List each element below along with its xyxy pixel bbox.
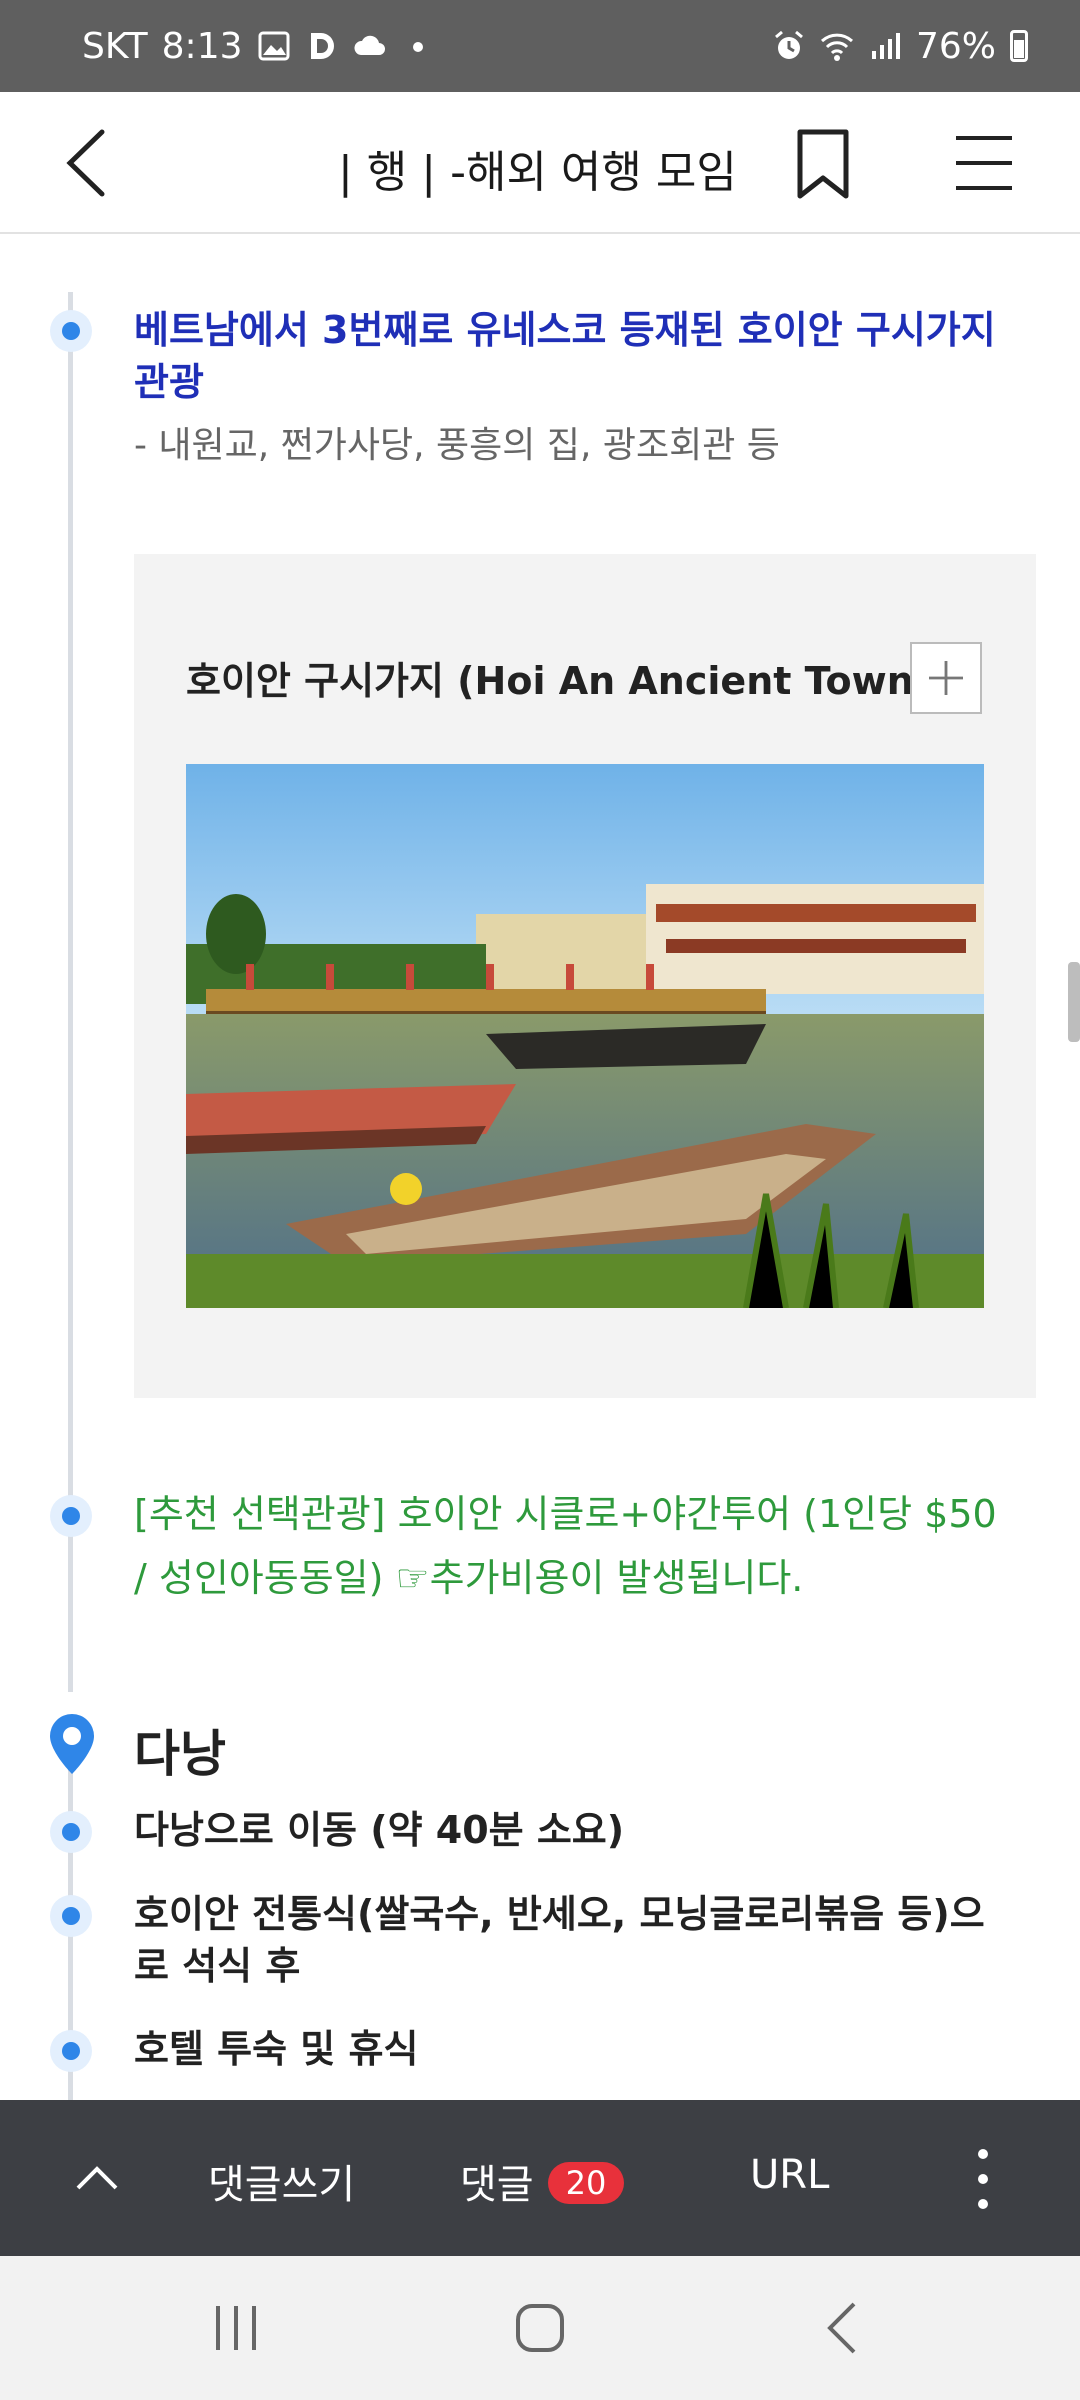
nav-back-icon[interactable] [812, 2296, 876, 2360]
place-card-title: 호이안 구시가지 (Hoi An Ancient Town) [186, 659, 932, 703]
location-pin-icon [50, 1714, 94, 1774]
timeline-item-subtitle: - 내원교, 쩐가사당, 풍흥의 집, 광조회관 등 [134, 425, 780, 466]
expand-plus-icon[interactable] [910, 642, 982, 714]
clock: 8:13 [161, 25, 243, 67]
bookmark-icon[interactable] [794, 128, 852, 200]
scroll-to-top-icon[interactable] [70, 2152, 124, 2206]
status-bar: SKT 8:13 76% [0, 0, 1080, 92]
battery-icon [1010, 30, 1028, 62]
wifi-icon [820, 33, 854, 61]
home-icon[interactable] [508, 2296, 572, 2360]
timeline-line [68, 292, 73, 1692]
hamburger-menu-icon[interactable] [952, 132, 1016, 194]
timeline-item: 호이안 전통식(쌀국수, 반세오, 모닝글로리볶음 등)으로 석식 후 [134, 1892, 985, 1988]
timeline-dot [50, 1811, 92, 1853]
carrier-label: SKT [82, 25, 148, 67]
more-options-icon[interactable] [968, 2144, 998, 2214]
d-app-icon [310, 33, 334, 59]
city-heading: 다낭 [134, 1725, 226, 1783]
comments-button[interactable]: 댓글 20 [460, 2152, 625, 2210]
app-bar: | 행 | -해외 여행 모임 [0, 92, 1080, 234]
timeline-item: 다낭으로 이동 (약 40분 소요) [134, 1808, 625, 1852]
optional-tour-note: [추천 선택관광] 호이안 시클로+야간투어 (1인당 $50 / 성인아동동일… [134, 1492, 997, 1600]
bottom-action-bar: 댓글쓰기 댓글 20 URL [0, 2100, 1080, 2256]
write-comment-button[interactable]: 댓글쓰기 [208, 2152, 355, 2210]
dot-icon [412, 42, 423, 52]
status-right: 76% [772, 26, 1028, 67]
post-content: 베트남에서 3번째로 유네스코 등재된 호이안 구시가지 관광 - 내원교, 쩐… [0, 236, 1080, 2100]
signal-icon [871, 33, 900, 59]
recent-apps-icon[interactable] [204, 2296, 268, 2360]
timeline-dot [50, 310, 92, 352]
status-left: SKT 8:13 [82, 26, 435, 67]
image-icon [258, 31, 289, 61]
system-nav-bar [0, 2256, 1080, 2400]
page-title: | 행 | -해외 여행 모임 [338, 147, 737, 198]
timeline-item-title: 베트남에서 3번째로 유네스코 등재된 호이안 구시가지 관광 [134, 308, 996, 404]
timeline-dot [50, 2030, 92, 2072]
timeline-dot [50, 1895, 92, 1937]
alarm-icon [775, 30, 803, 59]
cloud-icon [353, 35, 385, 55]
url-button[interactable]: URL [750, 2152, 829, 2198]
comment-count-badge: 20 [547, 2162, 625, 2204]
battery-percent: 76% [915, 25, 996, 67]
back-button[interactable] [56, 126, 126, 200]
comments-label: 댓글 [460, 2162, 534, 2208]
timeline-item: 호텔 투숙 및 휴식 [134, 2027, 419, 2071]
place-card[interactable]: 호이안 구시가지 (Hoi An Ancient Town) [134, 554, 1036, 1398]
timeline-dot [50, 1495, 92, 1537]
hoi-an-photo[interactable] [186, 764, 984, 1308]
scrollbar-thumb[interactable] [1068, 962, 1080, 1042]
